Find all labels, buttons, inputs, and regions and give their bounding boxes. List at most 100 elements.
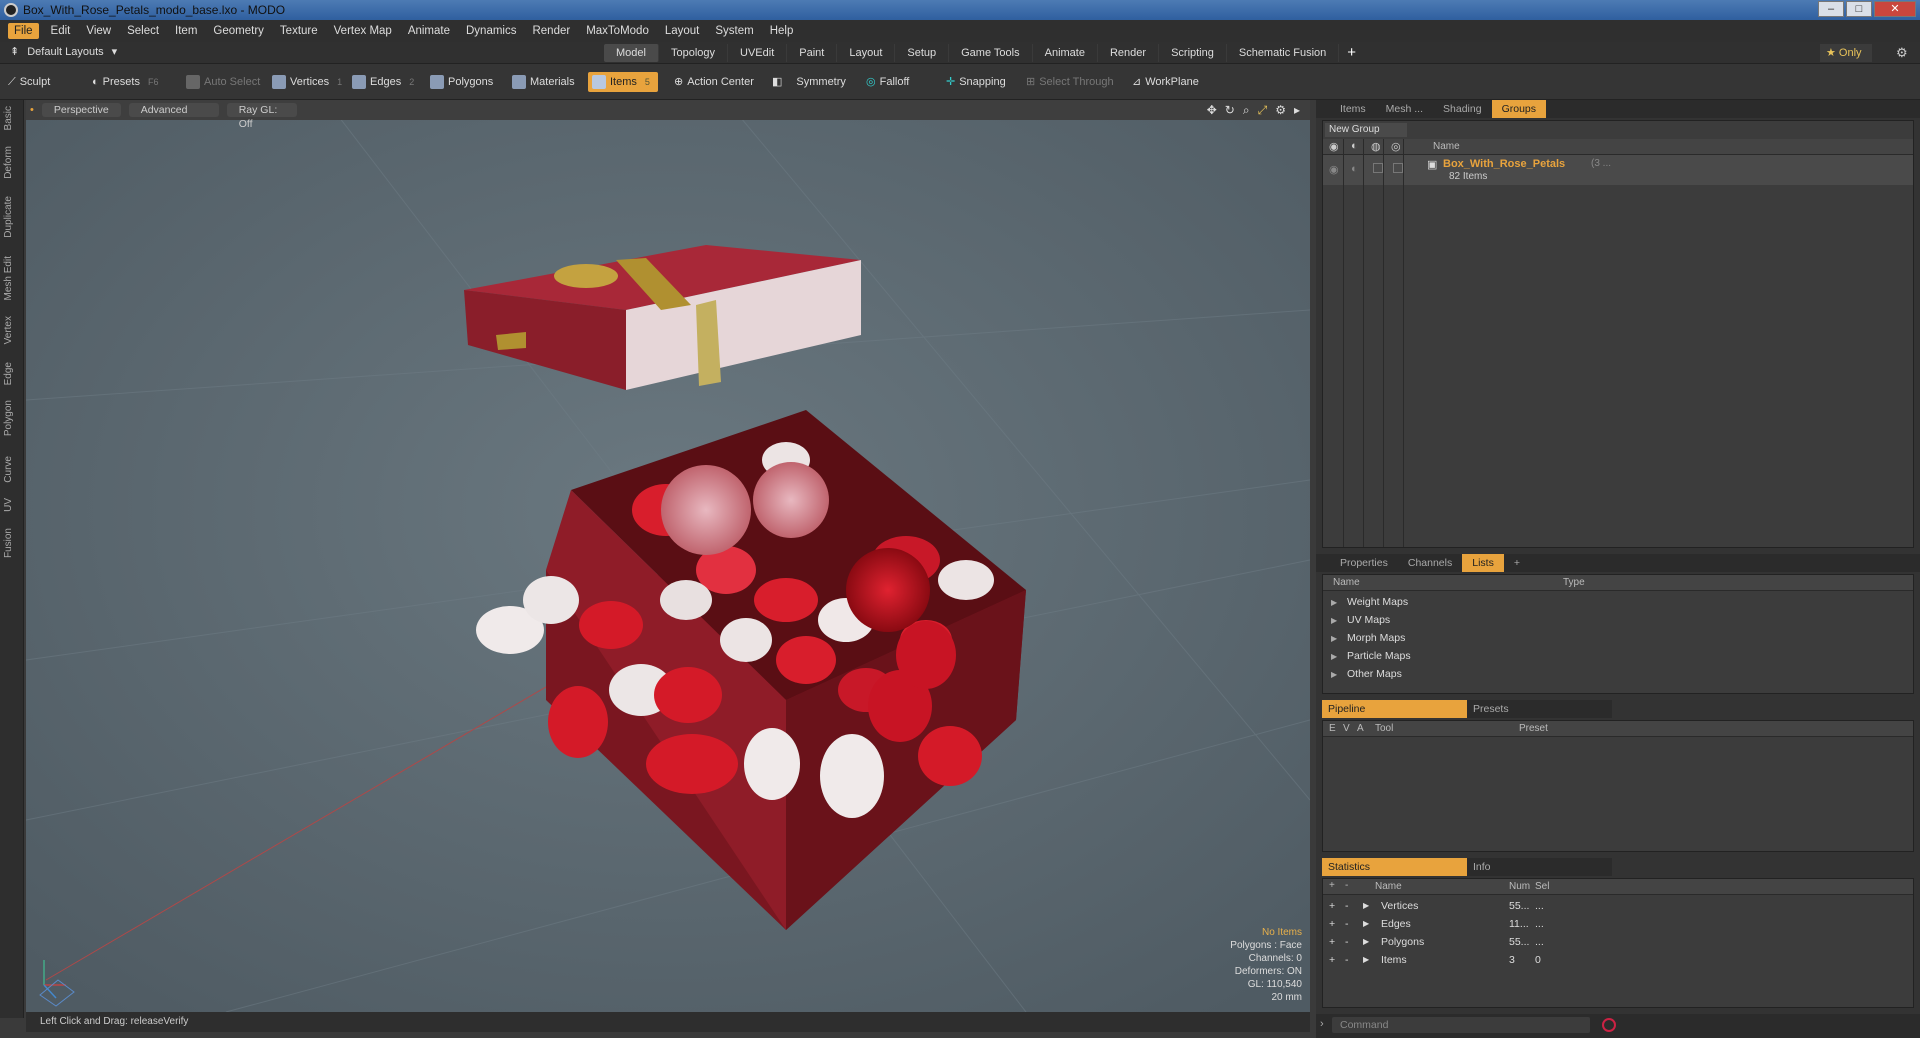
viewport-shading-button[interactable]: Advanced (128, 103, 219, 117)
fit-icon[interactable]: ⤢ (1258, 103, 1268, 118)
tab-properties[interactable]: Properties (1330, 554, 1398, 572)
sculpt-button[interactable]: ⟋ Sculpt (8, 72, 50, 92)
tab-groups[interactable]: Groups (1491, 100, 1547, 118)
presets-button[interactable]: ◐ Presets F6 (92, 72, 158, 92)
expand-icon[interactable]: ▶ (1331, 666, 1347, 684)
list-item[interactable]: ▶ Particle Maps (1323, 647, 1913, 665)
stats-add-icon[interactable]: + (1329, 880, 1335, 891)
tab-paint[interactable]: Paint (787, 44, 838, 62)
table-row[interactable]: + - ▶ Polygons 55... ... (1323, 933, 1913, 951)
tab-render[interactable]: Render (1098, 44, 1160, 62)
expand-icon[interactable]: ▶ (1331, 648, 1347, 666)
tab-pipeline[interactable]: Pipeline (1322, 700, 1467, 718)
tab-lists[interactable]: Lists (1462, 554, 1504, 572)
expand-icon[interactable]: ▶ (1331, 630, 1347, 648)
materials-button[interactable]: Materials (512, 72, 575, 92)
menu-dynamics[interactable]: Dynamics (458, 20, 524, 42)
tab-animate[interactable]: Animate (1033, 44, 1098, 62)
menu-help[interactable]: Help (762, 20, 802, 42)
menu-vertex-map[interactable]: Vertex Map (326, 20, 400, 42)
row-add-icon[interactable]: + (1329, 933, 1335, 951)
lefttab-fusion[interactable]: Fusion (3, 528, 14, 558)
gear-icon[interactable]: ⚙ (1896, 46, 1910, 60)
tab-info[interactable]: Info (1467, 858, 1612, 876)
stop-icon[interactable] (1602, 1018, 1616, 1032)
tab-uvedit[interactable]: UVEdit (728, 44, 788, 62)
expand-icon[interactable]: ▶ (1331, 594, 1347, 612)
tab-statistics[interactable]: Statistics (1322, 858, 1467, 876)
tab-items[interactable]: Items (1330, 100, 1376, 118)
polygons-button[interactable]: Polygons (430, 72, 493, 92)
list-item[interactable]: ▶ Other Maps (1323, 665, 1913, 683)
ray-gl-button[interactable]: Ray GL: Off (226, 103, 297, 130)
row-add-icon[interactable]: + (1329, 915, 1335, 933)
lefttab-mesh-edit[interactable]: Mesh Edit (3, 256, 14, 300)
items-button[interactable]: Items 5 (588, 72, 658, 92)
new-group-button[interactable]: New Group (1325, 123, 1407, 137)
lefttab-edge[interactable]: Edge (3, 362, 14, 385)
falloff-button[interactable]: ◎ Falloff (866, 72, 909, 92)
list-item[interactable]: ▶ Weight Maps (1323, 593, 1913, 611)
menu-animate[interactable]: Animate (400, 20, 458, 42)
table-row[interactable]: + - ▶ Items 3 0 (1323, 951, 1913, 969)
row-lock-checkbox[interactable] (1373, 163, 1383, 173)
lefttab-uv[interactable]: UV (3, 498, 14, 512)
auto-select-button[interactable]: Auto Select (186, 72, 260, 92)
expand-icon[interactable]: ▶ (1331, 612, 1347, 630)
menu-texture[interactable]: Texture (272, 20, 326, 42)
action-center-button[interactable]: ⊕ Action Center (674, 72, 754, 92)
expand-icon[interactable]: ▶ (1363, 897, 1369, 915)
viewport-expand-icon[interactable]: ▸ (1294, 103, 1300, 118)
add-panel-tab-icon[interactable]: + (1504, 554, 1530, 572)
menu-file[interactable]: File (8, 23, 39, 39)
close-button[interactable]: ✕ (1874, 1, 1916, 17)
only-button[interactable]: ★ Only (1820, 44, 1872, 62)
lefttab-vertex[interactable]: Vertex (3, 316, 14, 344)
menu-layout[interactable]: Layout (657, 20, 708, 42)
minimize-button[interactable]: – (1818, 1, 1844, 17)
row-add-icon[interactable]: + (1329, 951, 1335, 969)
row-add-icon[interactable]: + (1329, 897, 1335, 915)
row-remove-icon[interactable]: - (1345, 933, 1349, 951)
list-item[interactable]: ▶ UV Maps (1323, 611, 1913, 629)
tab-scripting[interactable]: Scripting (1159, 44, 1227, 62)
command-input[interactable]: Command (1332, 1017, 1590, 1033)
viewport-gear-icon[interactable]: ⚙ (1275, 103, 1286, 118)
row-remove-icon[interactable]: - (1345, 915, 1349, 933)
menu-maxtomodo[interactable]: MaxToModo (578, 20, 657, 42)
default-layouts-dropdown[interactable]: ⇞ Default Layouts ▾ (10, 45, 117, 59)
group-row[interactable]: ◉ ◐ ▣ Box_With_Rose_Petals (3 ... 82 Ite… (1323, 155, 1913, 185)
list-item[interactable]: ▶ Morph Maps (1323, 629, 1913, 647)
vertices-button[interactable]: Vertices 1 (272, 72, 342, 92)
workplane-button[interactable]: ⊿ WorkPlane (1132, 72, 1199, 92)
symmetry-button[interactable]: ◧ Symmetry (772, 72, 846, 92)
viewport-menu-dot-icon[interactable]: • (30, 104, 34, 116)
lefttab-duplicate[interactable]: Duplicate (3, 196, 14, 238)
table-row[interactable]: + - ▶ Vertices 55... ... (1323, 897, 1913, 915)
lefttab-basic[interactable]: Basic (3, 106, 14, 130)
3d-viewport[interactable]: • Perspective Advanced Ray GL: Off ✥ ↻ ⌕… (26, 100, 1310, 1012)
zoom-icon[interactable]: ⌕ (1243, 103, 1250, 118)
viewport-mode-button[interactable]: Perspective (41, 103, 121, 117)
snapping-button[interactable]: ✛ Snapping (946, 72, 1006, 92)
lefttab-curve[interactable]: Curve (3, 456, 14, 483)
lefttab-polygon[interactable]: Polygon (3, 400, 14, 436)
maximize-button[interactable]: □ (1846, 1, 1872, 17)
menu-edit[interactable]: Edit (43, 20, 79, 42)
add-tab-icon[interactable]: + (1339, 44, 1364, 62)
tab-setup[interactable]: Setup (895, 44, 950, 62)
tab-topology[interactable]: Topology (659, 44, 729, 62)
lefttab-deform[interactable]: Deform (3, 146, 14, 179)
row-eye-icon[interactable]: ◉ (1329, 163, 1339, 176)
menu-system[interactable]: System (707, 20, 761, 42)
table-row[interactable]: + - ▶ Edges 11... ... (1323, 915, 1913, 933)
menu-select[interactable]: Select (119, 20, 167, 42)
expand-icon[interactable]: ▶ (1363, 933, 1369, 951)
rotate-icon[interactable]: ↻ (1225, 103, 1235, 118)
row-remove-icon[interactable]: - (1345, 897, 1349, 915)
menu-geometry[interactable]: Geometry (205, 20, 272, 42)
tab-layout[interactable]: Layout (837, 44, 896, 62)
expand-icon[interactable]: ▶ (1363, 915, 1369, 933)
select-through-button[interactable]: ⊞ Select Through (1026, 72, 1114, 92)
tab-schematic-fusion[interactable]: Schematic Fusion (1227, 44, 1340, 62)
